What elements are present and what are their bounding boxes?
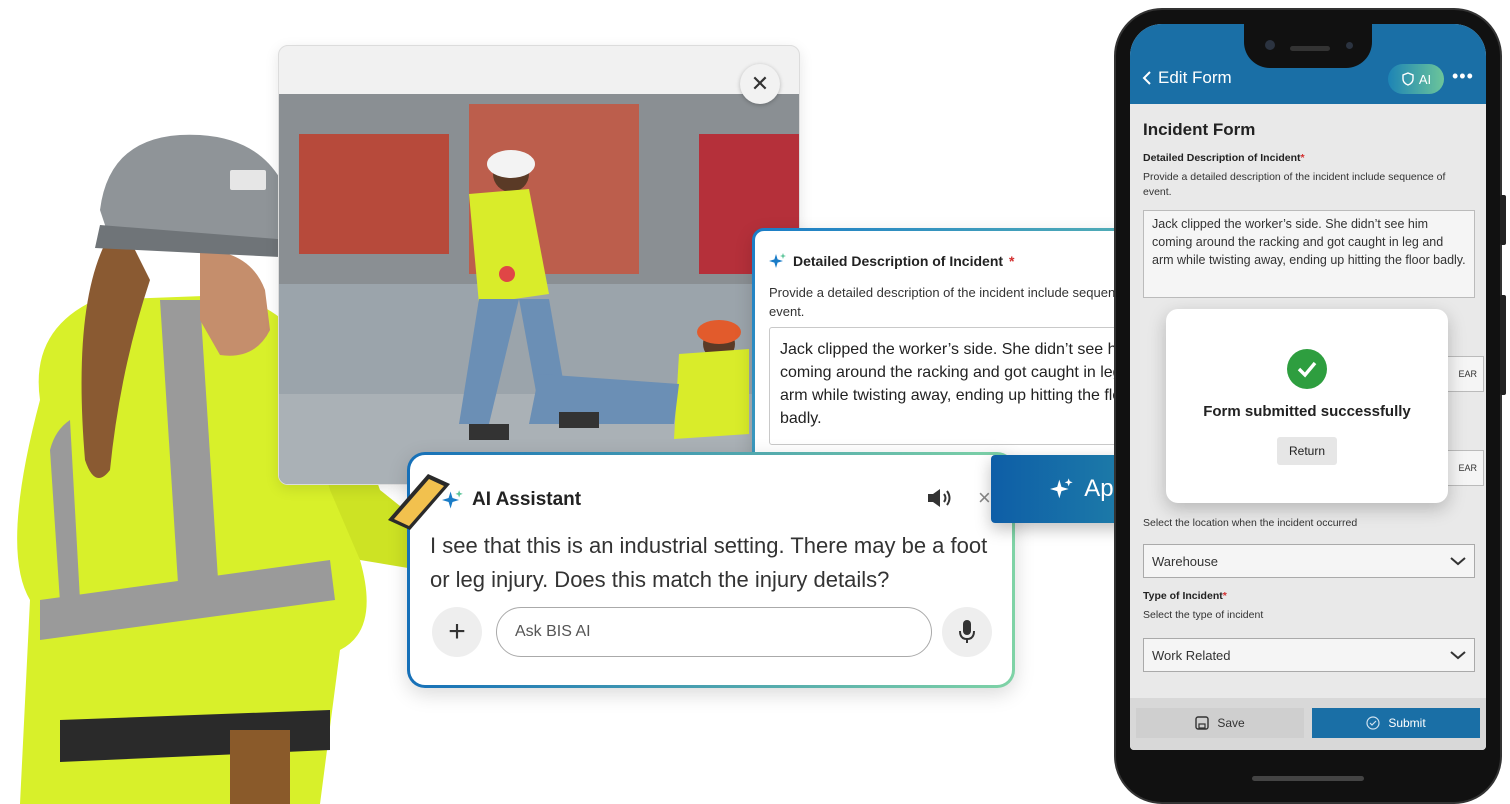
form-title: Incident Form <box>1143 120 1256 139</box>
close-icon: ✕ <box>750 71 770 96</box>
sensor-icon <box>1346 42 1353 49</box>
desc-textarea[interactable]: Jack clipped the worker’s side. She didn… <box>1143 210 1475 298</box>
more-options-button[interactable]: ••• <box>1452 66 1474 87</box>
desc-label: Detailed Description of Incident* <box>1143 152 1305 164</box>
description-textarea[interactable]: Jack clipped the worker’s side. She didn… <box>769 327 1173 445</box>
submit-button[interactable]: Submit <box>1312 708 1480 738</box>
phone-side-button <box>1500 195 1506 245</box>
plus-icon: + <box>448 615 466 648</box>
camera-icon <box>1265 40 1275 50</box>
sparkle-icon <box>1050 478 1073 499</box>
clear-button[interactable]: EAR <box>1444 356 1484 392</box>
ask-ai-input[interactable] <box>496 607 932 657</box>
incident-photo-card <box>278 45 800 485</box>
save-label: Save <box>1217 716 1245 730</box>
back-label: Edit Form <box>1158 68 1232 87</box>
earpiece-icon <box>1290 46 1330 51</box>
type-label: Type of Incident* <box>1143 590 1227 602</box>
add-attachment-button[interactable]: + <box>432 607 482 657</box>
photo-close-button[interactable]: ✕ <box>740 64 780 104</box>
check-circle-icon <box>1366 716 1380 730</box>
submit-label: Submit <box>1388 716 1426 730</box>
ai-chip-button[interactable]: AI <box>1388 64 1444 94</box>
back-button[interactable]: Edit Form <box>1142 68 1232 88</box>
required-mark: * <box>1222 590 1227 602</box>
ai-close-button[interactable]: × <box>978 485 991 511</box>
ai-assistant-card: AI Assistant × I see that this is an ind… <box>407 452 1015 688</box>
type-value: Work Related <box>1152 647 1231 663</box>
type-label-text: Type of Incident <box>1143 590 1223 602</box>
ai-chip-label: AI <box>1418 71 1432 87</box>
save-button[interactable]: Save <box>1136 708 1304 738</box>
success-check-icon <box>1287 349 1327 389</box>
return-button[interactable]: Return <box>1277 437 1337 465</box>
type-select[interactable]: Work Related <box>1143 638 1475 672</box>
handheld-phone-icon <box>388 474 450 530</box>
ai-assistant-title-text: AI Assistant <box>472 489 582 510</box>
success-dialog: Form submitted successfully Return <box>1166 309 1448 503</box>
location-help: Select the location when the incident oc… <box>1143 517 1358 529</box>
required-mark: * <box>1009 253 1015 269</box>
chevron-down-icon <box>1450 557 1466 566</box>
speaker-icon[interactable] <box>926 487 956 515</box>
desc-help: Provide a detailed description of the in… <box>1143 171 1446 198</box>
chevron-left-icon <box>1142 71 1151 85</box>
description-help: Provide a detailed description of the in… <box>769 285 1144 319</box>
type-help: Select the type of incident <box>1143 609 1264 621</box>
ai-message: I see that this is an industrial setting… <box>430 533 988 592</box>
save-icon <box>1195 716 1210 730</box>
phone-side-button <box>1500 295 1506 395</box>
desc-label-text: Detailed Description of Incident <box>1143 152 1301 164</box>
success-message: Form submitted successfully <box>1203 403 1411 420</box>
required-mark: * <box>1300 152 1305 164</box>
clear-button[interactable]: EAR <box>1444 450 1484 486</box>
microphone-icon <box>959 620 975 643</box>
microphone-button[interactable] <box>942 607 992 657</box>
description-title: Detailed Description of Incident * <box>769 253 1014 269</box>
ai-shield-icon <box>1402 72 1414 86</box>
home-indicator[interactable] <box>1252 776 1364 781</box>
ai-assistant-title: AI Assistant <box>442 489 581 511</box>
chevron-down-icon <box>1450 651 1466 660</box>
location-value: Warehouse <box>1152 553 1218 569</box>
location-select[interactable]: Warehouse <box>1143 544 1475 578</box>
sparkle-icon <box>769 253 786 268</box>
description-title-text: Detailed Description of Incident <box>793 253 1004 269</box>
incident-photo <box>279 94 799 484</box>
